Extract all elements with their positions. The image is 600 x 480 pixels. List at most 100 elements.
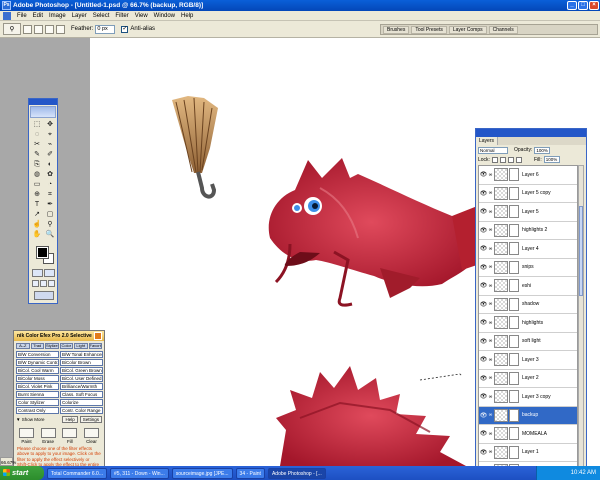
- brush-tool-icon[interactable]: ✐: [44, 150, 56, 159]
- magic-wand-tool-icon[interactable]: ⌖: [44, 130, 56, 139]
- layers-title-bar[interactable]: [476, 129, 586, 137]
- eye-icon[interactable]: 👁: [479, 171, 488, 178]
- settings-button[interactable]: Settings: [79, 416, 102, 423]
- toolbox-title-bar[interactable]: [29, 99, 57, 105]
- standard-screen-button[interactable]: [32, 280, 39, 287]
- fill-input[interactable]: 100%: [543, 156, 560, 163]
- layer-row[interactable]: 👁 ∞ highlights 2: [479, 222, 577, 240]
- menu-layer[interactable]: Layer: [69, 13, 90, 19]
- help-button[interactable]: Help: [62, 416, 78, 423]
- eye-icon[interactable]: 👁: [479, 245, 488, 252]
- lock-position-icon[interactable]: [507, 156, 514, 163]
- history-brush-tool-icon[interactable]: ◐: [44, 160, 56, 169]
- tab-layer-comps[interactable]: Layer Comps: [448, 25, 487, 34]
- layer-row[interactable]: 👁 ∞ Layer 2: [479, 370, 577, 388]
- eye-icon[interactable]: 👁: [479, 449, 488, 456]
- zoom-readout[interactable]: 66.67%: [0, 457, 16, 466]
- layer-row[interactable]: 👁 ∞ Layer 3 copy: [479, 388, 577, 407]
- lasso-tool-preset-icon[interactable]: ϙ: [3, 23, 21, 35]
- menu-select[interactable]: Select: [90, 13, 113, 19]
- tab-a-z[interactable]: A–Z: [16, 343, 30, 349]
- layer-row[interactable]: 👁 ∞ Layer 5: [479, 203, 577, 222]
- eye-icon[interactable]: 👁: [479, 319, 488, 326]
- lasso-tool-icon[interactable]: ◌: [31, 130, 43, 139]
- eye-icon[interactable]: 👁: [479, 338, 488, 345]
- start-button[interactable]: start: [0, 466, 44, 480]
- marquee-tool-icon[interactable]: ⬚: [31, 120, 43, 129]
- anti-alias-checkbox[interactable]: ✓: [121, 25, 129, 33]
- eye-icon[interactable]: 👁: [479, 208, 488, 215]
- system-tray-clock[interactable]: 10:42 AM: [536, 466, 600, 480]
- taskbar-item[interactable]: 34 - Paint: [235, 467, 265, 479]
- filter-button[interactable]: Contrast Only: [16, 407, 59, 414]
- layer-row[interactable]: 👁 ∞ Layer 3: [479, 351, 577, 370]
- clear-action[interactable]: Clear: [83, 428, 100, 444]
- lock-transparency-icon[interactable]: [491, 156, 498, 163]
- color-efex-close-button[interactable]: [94, 332, 102, 340]
- crop-tool-icon[interactable]: ✂: [31, 140, 43, 149]
- full-screen-menu-button[interactable]: [40, 280, 47, 287]
- layer-row[interactable]: 👁 ∞ Layer 6: [479, 166, 577, 185]
- taskbar-item[interactable]: Total Commander 6.0...: [47, 467, 107, 479]
- filter-button[interactable]: Color Stylizer: [16, 399, 59, 406]
- eye-icon[interactable]: 👁: [479, 190, 488, 197]
- tab-stylize[interactable]: Stylize: [45, 343, 59, 349]
- tab-layers[interactable]: Layers: [476, 137, 499, 145]
- show-more-toggle[interactable]: ▼ Show More: [16, 417, 44, 422]
- menu-filter[interactable]: Filter: [112, 13, 131, 19]
- layer-row[interactable]: 👁 ∞ MOMEALA: [479, 425, 577, 444]
- filter-button[interactable]: BiCol. Green Brown: [60, 367, 103, 374]
- layer-row[interactable]: 👁 ∞ Layer 1: [479, 444, 577, 462]
- filter-button[interactable]: BiCol. Violet Pink: [16, 383, 59, 390]
- tab-channels[interactable]: Channels: [488, 25, 518, 34]
- menu-help[interactable]: Help: [178, 13, 196, 19]
- layer-row[interactable]: 👁 ∞ soft light: [479, 333, 577, 351]
- slice-tool-icon[interactable]: ⌁: [44, 140, 56, 149]
- eye-icon[interactable]: 👁: [479, 430, 488, 437]
- blend-mode-select[interactable]: Normal: [478, 146, 508, 154]
- eye-icon[interactable]: 👁: [479, 301, 488, 308]
- menu-file[interactable]: File: [14, 13, 30, 19]
- gradient-tool-icon[interactable]: ✿: [44, 170, 56, 179]
- pen-tool-icon[interactable]: ✒: [44, 200, 56, 209]
- eye-icon[interactable]: 👁: [479, 227, 488, 234]
- taskbar-item[interactable]: sourceimage.jpg [JPE...: [171, 467, 233, 479]
- layer-row[interactable]: 👁 ∞ shadow: [479, 296, 577, 314]
- layers-scroll-thumb[interactable]: [579, 206, 583, 296]
- eye-icon[interactable]: 👁: [479, 264, 488, 271]
- filter-button[interactable]: Contr. Color Range: [60, 407, 103, 414]
- layer-row[interactable]: 👁 ∞ eshi: [479, 277, 577, 296]
- lock-all-icon[interactable]: [515, 156, 522, 163]
- filter-button[interactable]: Colorize: [60, 399, 103, 406]
- feather-input[interactable]: 0 px: [95, 24, 116, 34]
- layer-row[interactable]: 👁 ∞ backup: [479, 406, 577, 425]
- tab-color[interactable]: Color: [59, 343, 73, 349]
- eraser-tool-icon[interactable]: ◍: [31, 170, 43, 179]
- move-tool-icon[interactable]: ✥: [44, 120, 56, 129]
- menu-image[interactable]: Image: [46, 13, 69, 19]
- lock-pixels-icon[interactable]: [499, 156, 506, 163]
- opacity-input[interactable]: 100%: [534, 146, 551, 154]
- paint-action[interactable]: Paint: [18, 428, 35, 444]
- filter-button[interactable]: B/W Conversion: [16, 351, 59, 358]
- eye-icon[interactable]: 👁: [479, 356, 488, 363]
- tab-light[interactable]: Light: [74, 343, 88, 349]
- healing-brush-tool-icon[interactable]: ✎: [31, 150, 43, 159]
- layer-row[interactable]: 👁 ∞ highlights: [479, 314, 577, 333]
- fill-action[interactable]: Fill: [61, 428, 78, 444]
- document-icon[interactable]: [3, 11, 11, 20]
- path-selection-tool-icon[interactable]: ⊕: [31, 190, 43, 199]
- tab-favorites[interactable]: Favorites: [88, 343, 102, 349]
- eye-icon[interactable]: 👁: [479, 282, 488, 289]
- tab-tool-presets[interactable]: Tool Presets: [411, 25, 447, 34]
- menu-window[interactable]: Window: [151, 13, 178, 19]
- hand-tool-icon[interactable]: ✋: [31, 230, 43, 239]
- blur-tool-icon[interactable]: ▭: [31, 180, 43, 189]
- filter-button[interactable]: BiColor Moss: [16, 375, 59, 382]
- maximize-button[interactable]: □: [578, 1, 588, 10]
- eyedropper-tool-icon[interactable]: ☝: [31, 220, 43, 229]
- menu-view[interactable]: View: [132, 13, 151, 19]
- filter-button[interactable]: B/W Dynamic Contr.: [16, 359, 59, 366]
- foreground-color-swatch[interactable]: [36, 246, 49, 259]
- new-selection-icon[interactable]: [23, 24, 32, 34]
